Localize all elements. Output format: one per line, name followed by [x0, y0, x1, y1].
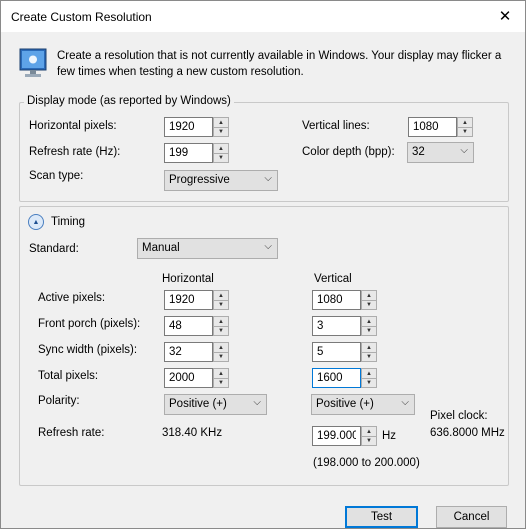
- timing-refresh-rate-label: Refresh rate:: [38, 427, 105, 439]
- vertical-refresh-stepper[interactable]: ▲ ▼: [312, 426, 377, 446]
- chevron-down-icon: ⌵: [264, 241, 272, 252]
- front-porch-label: Front porch (pixels):: [38, 318, 141, 330]
- down-arrow-icon[interactable]: ▼: [458, 127, 472, 136]
- down-arrow-icon[interactable]: ▼: [362, 378, 376, 387]
- stepper-buttons[interactable]: ▲ ▼: [213, 342, 229, 362]
- title-bar: Create Custom Resolution ✕: [1, 1, 525, 32]
- refresh-range-text: (198.000 to 200.000): [313, 457, 420, 469]
- horizontal-refresh-value: 318.40 KHz: [162, 427, 223, 439]
- chevron-down-icon: ⌵: [401, 397, 409, 408]
- test-button[interactable]: Test: [345, 506, 418, 528]
- down-arrow-icon[interactable]: ▼: [214, 127, 228, 136]
- down-arrow-icon[interactable]: ▼: [362, 352, 376, 361]
- stepper-buttons[interactable]: ▲ ▼: [361, 290, 377, 310]
- horizontal-pixels-input[interactable]: [164, 117, 213, 137]
- front-porch-horizontal-input[interactable]: [164, 316, 213, 336]
- chevron-down-icon: ⌵: [460, 145, 468, 156]
- monitor-icon: [19, 48, 47, 77]
- front-porch-horizontal-stepper[interactable]: ▲ ▼: [164, 316, 229, 336]
- refresh-rate-label: Refresh rate (Hz):: [29, 146, 121, 158]
- down-arrow-icon[interactable]: ▼: [362, 326, 376, 335]
- pixel-clock-label: Pixel clock:: [430, 410, 488, 422]
- scan-type-select[interactable]: Progressive ⌵: [164, 170, 278, 191]
- stepper-buttons[interactable]: ▲ ▼: [361, 342, 377, 362]
- total-pixels-label: Total pixels:: [38, 370, 99, 382]
- vertical-refresh-input[interactable]: [312, 426, 361, 446]
- horizontal-pixels-label: Horizontal pixels:: [29, 120, 117, 132]
- scan-type-label: Scan type:: [29, 170, 84, 182]
- stepper-buttons[interactable]: ▲ ▼: [213, 316, 229, 336]
- stepper-buttons[interactable]: ▲ ▼: [361, 368, 377, 388]
- sync-width-vertical-input[interactable]: [312, 342, 361, 362]
- sync-width-vertical-stepper[interactable]: ▲ ▼: [312, 342, 377, 362]
- sync-width-label: Sync width (pixels):: [38, 344, 138, 356]
- polarity-vertical-value: Positive (+): [316, 398, 374, 410]
- stepper-buttons[interactable]: ▲ ▼: [361, 316, 377, 336]
- standard-label: Standard:: [29, 243, 79, 255]
- standard-select[interactable]: Manual ⌵: [137, 238, 278, 259]
- total-vertical-stepper[interactable]: ▲ ▼: [312, 368, 377, 388]
- vertical-lines-stepper[interactable]: ▲ ▼: [408, 117, 473, 137]
- chevron-down-icon: ⌵: [264, 173, 272, 184]
- color-depth-select[interactable]: 32 ⌵: [407, 142, 474, 163]
- stepper-buttons[interactable]: ▲ ▼: [361, 426, 377, 446]
- down-arrow-icon[interactable]: ▼: [214, 300, 228, 309]
- collapse-icon[interactable]: ▲: [28, 214, 44, 230]
- cancel-button[interactable]: Cancel: [436, 506, 507, 528]
- down-arrow-icon[interactable]: ▼: [362, 300, 376, 309]
- total-vertical-input[interactable]: [312, 368, 361, 388]
- color-depth-label: Color depth (bpp):: [302, 146, 395, 158]
- stepper-buttons[interactable]: ▲ ▼: [213, 290, 229, 310]
- down-arrow-icon[interactable]: ▼: [214, 352, 228, 361]
- active-vertical-stepper[interactable]: ▲ ▼: [312, 290, 377, 310]
- pixel-clock-value: 636.8000 MHz: [430, 427, 505, 439]
- vertical-lines-label: Vertical lines:: [302, 120, 370, 132]
- down-arrow-icon[interactable]: ▼: [362, 436, 376, 445]
- sync-width-horizontal-input[interactable]: [164, 342, 213, 362]
- display-mode-title: Display mode (as reported by Windows): [24, 95, 234, 107]
- front-porch-vertical-input[interactable]: [312, 316, 361, 336]
- sync-width-horizontal-stepper[interactable]: ▲ ▼: [164, 342, 229, 362]
- active-vertical-input[interactable]: [312, 290, 361, 310]
- close-icon[interactable]: ✕: [485, 1, 525, 32]
- active-pixels-label: Active pixels:: [38, 292, 106, 304]
- horizontal-pixels-stepper[interactable]: ▲ ▼: [164, 117, 229, 137]
- stepper-buttons[interactable]: ▲ ▼: [213, 117, 229, 137]
- front-porch-vertical-stepper[interactable]: ▲ ▼: [312, 316, 377, 336]
- standard-value: Manual: [142, 242, 180, 254]
- window-title: Create Custom Resolution: [11, 10, 152, 24]
- timing-title: Timing: [49, 216, 88, 228]
- stepper-buttons[interactable]: ▲ ▼: [213, 143, 229, 163]
- horizontal-header: Horizontal: [162, 273, 214, 285]
- info-text: Create a resolution that is not currentl…: [57, 50, 502, 78]
- active-horizontal-stepper[interactable]: ▲ ▼: [164, 290, 229, 310]
- polarity-horizontal-select[interactable]: Positive (+) ⌵: [164, 394, 267, 415]
- stepper-buttons[interactable]: ▲ ▼: [213, 368, 229, 388]
- scan-type-value: Progressive: [169, 174, 230, 186]
- polarity-vertical-select[interactable]: Positive (+) ⌵: [311, 394, 415, 415]
- polarity-label: Polarity:: [38, 395, 80, 407]
- total-horizontal-stepper[interactable]: ▲ ▼: [164, 368, 229, 388]
- down-arrow-icon[interactable]: ▼: [214, 326, 228, 335]
- stepper-buttons[interactable]: ▲ ▼: [457, 117, 473, 137]
- color-depth-value: 32: [412, 146, 425, 158]
- chevron-down-icon: ⌵: [253, 397, 261, 408]
- down-arrow-icon[interactable]: ▼: [214, 378, 228, 387]
- polarity-horizontal-value: Positive (+): [169, 398, 227, 410]
- vertical-header: Vertical: [314, 273, 352, 285]
- vertical-lines-input[interactable]: [408, 117, 457, 137]
- vertical-refresh-unit: Hz: [382, 430, 397, 442]
- active-horizontal-input[interactable]: [164, 290, 213, 310]
- dialog-window: Create Custom Resolution ✕ Create a reso…: [0, 0, 526, 529]
- refresh-rate-input[interactable]: [164, 143, 213, 163]
- down-arrow-icon[interactable]: ▼: [214, 153, 228, 162]
- total-horizontal-input[interactable]: [164, 368, 213, 388]
- refresh-rate-stepper[interactable]: ▲ ▼: [164, 143, 229, 163]
